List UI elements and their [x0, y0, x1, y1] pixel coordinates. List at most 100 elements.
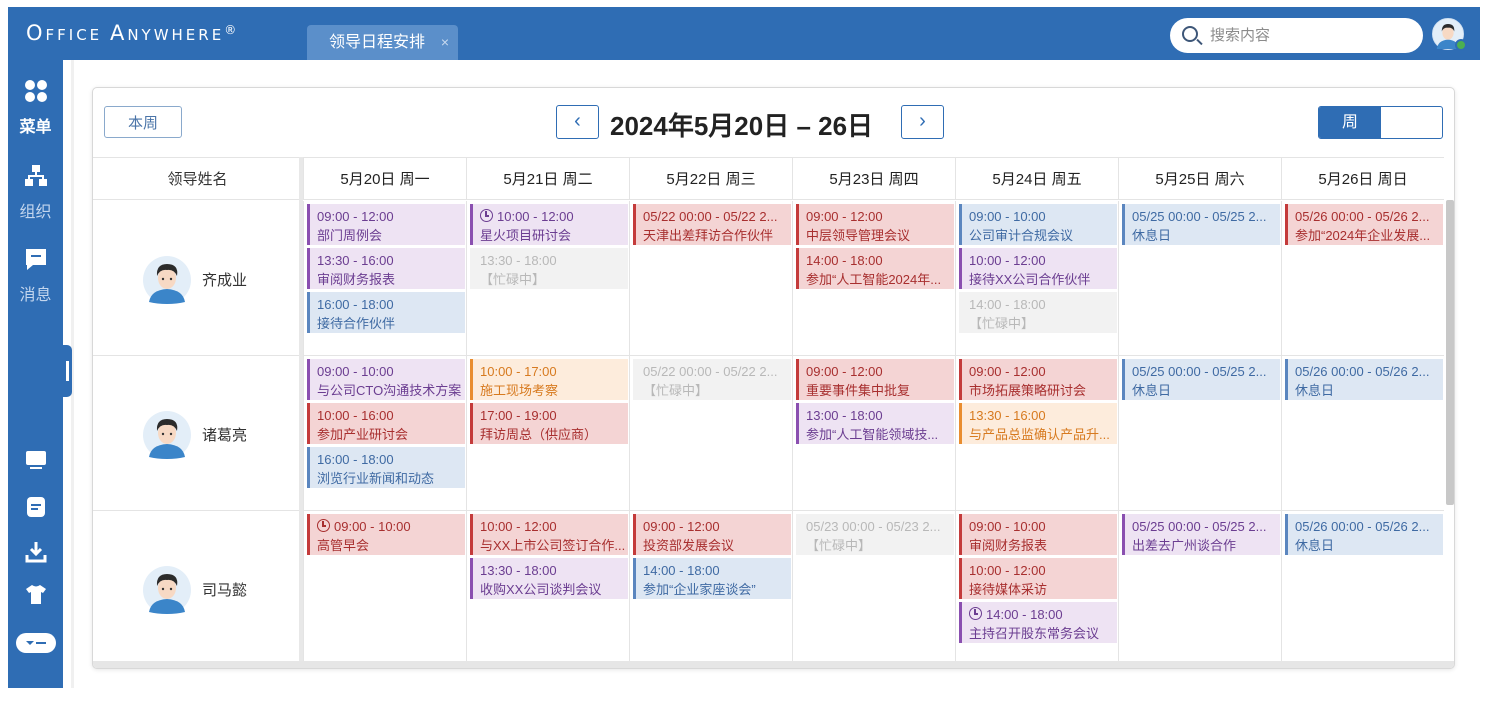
event-card[interactable]: 05/25 00:00 - 05/25 2... 休息日: [1122, 359, 1280, 400]
event-card[interactable]: 05/25 00:00 - 05/25 2... 出差去广州谈合作: [1122, 514, 1280, 555]
event-time: 09:00 - 12:00: [317, 209, 394, 224]
event-card[interactable]: 05/22 00:00 - 05/22 2... 【忙碌中】: [633, 359, 791, 400]
leader-name: 司马懿: [202, 582, 248, 599]
event-title: 接待媒体采访: [969, 582, 1048, 597]
event-card[interactable]: 16:00 - 18:00 接待合作伙伴: [307, 292, 465, 333]
online-status-dot: [1455, 39, 1467, 51]
leader-cell: 司马懿: [93, 511, 299, 666]
event-card[interactable]: 09:00 - 12:00 部门周例会: [307, 204, 465, 245]
sidebar-collapse-handle[interactable]: [63, 345, 72, 397]
day-cell[interactable]: 09:00 - 10:00 公司审计合规会议 10:00 - 12:00 接待XX公司…: [955, 201, 1118, 356]
view-day-button[interactable]: 日: [1319, 138, 1381, 139]
day-cell[interactable]: 10:00 - 17:00 施工现场考察 17:00 - 19:00 拜访周总（供应商…: [466, 356, 629, 511]
day-cell[interactable]: 09:00 - 12:00 中层领导管理会议 14:00 - 18:00 参加“人工智…: [792, 201, 955, 356]
event-card[interactable]: 09:00 - 12:00 投资部发展会议: [633, 514, 791, 555]
event-card[interactable]: 14:00 - 18:00 参加“人工智能2024年...: [796, 248, 954, 289]
next-week-button[interactable]: ›: [901, 105, 944, 139]
event-title: 【忙碌中】: [480, 272, 546, 287]
day-cell[interactable]: 10:00 - 12:00 与XX上市公司签订合作... 13:30 - 18:00…: [466, 511, 629, 666]
event-card[interactable]: 10:00 - 12:00 与XX上市公司签订合作...: [470, 514, 628, 555]
event-card[interactable]: 10:00 - 12:00 星火项目研讨会: [470, 204, 628, 245]
event-card[interactable]: 09:00 - 10:00 与公司CTO沟通技术方案: [307, 359, 465, 400]
event-card[interactable]: 13:30 - 18:00 收购XX公司谈判会议: [470, 558, 628, 599]
event-card[interactable]: 09:00 - 10:00 公司审计合规会议: [959, 204, 1117, 245]
leader-avatar: [143, 566, 191, 614]
day-cell[interactable]: 09:00 - 10:00 审阅财务报表 10:00 - 12:00 接待媒体采访 14…: [955, 511, 1118, 666]
user-avatar[interactable]: [1432, 18, 1467, 51]
day-cell[interactable]: 09:00 - 12:00 投资部发展会议 14:00 - 18:00 参加“企业家座…: [629, 511, 792, 666]
sidebar-item-more[interactable]: [8, 632, 63, 659]
view-toggle: 周 日: [1318, 106, 1443, 139]
event-card[interactable]: 09:00 - 10:00 高管早会: [307, 514, 465, 555]
horizontal-scrollbar[interactable]: [93, 661, 1454, 668]
tab-close-icon[interactable]: ×: [441, 25, 449, 60]
day-cell[interactable]: 05/26 00:00 - 05/26 2... 参加“2024年企业发展...: [1281, 201, 1444, 356]
event-card[interactable]: 10:00 - 12:00 接待媒体采访: [959, 558, 1117, 599]
event-card[interactable]: 05/26 00:00 - 05/26 2... 参加“2024年企业发展...: [1285, 204, 1443, 245]
event-card[interactable]: 14:00 - 18:00 主持召开股东常务会议: [959, 602, 1117, 643]
day-cell[interactable]: 05/25 00:00 - 05/25 2... 出差去广州谈合作: [1118, 511, 1281, 666]
day-cell[interactable]: 05/22 00:00 - 05/22 2... 【忙碌中】: [629, 356, 792, 511]
sidebar-item-desktop[interactable]: [8, 448, 63, 477]
sidebar-item-menu[interactable]: 菜单: [8, 78, 63, 137]
day-cell[interactable]: 05/26 00:00 - 05/26 2... 休息日: [1281, 356, 1444, 511]
day-header: 5月24日 周五: [955, 157, 1118, 200]
day-cell[interactable]: 05/25 00:00 - 05/25 2... 休息日: [1118, 201, 1281, 356]
search-icon[interactable]: [1182, 26, 1198, 42]
day-cell[interactable]: 09:00 - 12:00 市场拓展策略研讨会 13:30 - 16:00 与产品总监…: [955, 356, 1118, 511]
day-cell[interactable]: 09:00 - 10:00 高管早会: [303, 511, 466, 666]
event-title: 与产品总监确认产品升...: [969, 427, 1110, 442]
view-week-button[interactable]: 周: [1319, 107, 1381, 138]
event-card[interactable]: 09:00 - 12:00 市场拓展策略研讨会: [959, 359, 1117, 400]
day-cell[interactable]: 05/23 00:00 - 05/23 2... 【忙碌中】: [792, 511, 955, 666]
chevron-left-icon: ‹: [574, 110, 581, 132]
sidebar-item-org[interactable]: 组织: [8, 163, 63, 222]
day-cell[interactable]: 05/22 00:00 - 05/22 2... 天津出差拜访合作伙伴: [629, 201, 792, 356]
event-card[interactable]: 10:00 - 12:00 接待XX公司合作伙伴: [959, 248, 1117, 289]
event-title: 参加“2024年企业发展...: [1295, 228, 1431, 243]
event-card[interactable]: 09:00 - 12:00 中层领导管理会议: [796, 204, 954, 245]
event-time: 14:00 - 18:00: [969, 297, 1046, 312]
day-cell[interactable]: 05/25 00:00 - 05/25 2... 休息日: [1118, 356, 1281, 511]
event-card[interactable]: 09:00 - 10:00 审阅财务报表: [959, 514, 1117, 555]
sidebar-item-notes[interactable]: [8, 495, 63, 524]
event-title: 天津出差拜访合作伙伴: [643, 228, 774, 243]
event-card[interactable]: 10:00 - 16:00 参加产业研讨会: [307, 403, 465, 444]
day-cell[interactable]: 09:00 - 10:00 与公司CTO沟通技术方案 10:00 - 16:00 参加…: [303, 356, 466, 511]
event-title: 休息日: [1295, 383, 1335, 398]
event-card[interactable]: 05/22 00:00 - 05/22 2... 天津出差拜访合作伙伴: [633, 204, 791, 245]
event-card[interactable]: 14:00 - 18:00 参加“企业家座谈会”: [633, 558, 791, 599]
schedule-panel: 本周 ‹ 2024年5月20日 – 26日 › 周 日 领导姓名 5月20日 周…: [92, 87, 1455, 669]
event-title: 【忙碌中】: [643, 383, 709, 398]
event-title: 高管早会: [317, 538, 370, 553]
sidebar-item-messages[interactable]: 消息: [8, 246, 63, 305]
event-card[interactable]: 10:00 - 17:00 施工现场考察: [470, 359, 628, 400]
day-cell[interactable]: 09:00 - 12:00 重要事件集中批复 13:00 - 18:00 参加“人工智…: [792, 356, 955, 511]
day-cell[interactable]: 05/26 00:00 - 05/26 2... 休息日: [1281, 511, 1444, 666]
event-card[interactable]: 05/25 00:00 - 05/25 2... 休息日: [1122, 204, 1280, 245]
day-cell[interactable]: 09:00 - 12:00 部门周例会 13:30 - 16:00 审阅财务报表 16:…: [303, 201, 466, 356]
search-input[interactable]: [1210, 24, 1410, 46]
sidebar-item-download[interactable]: [8, 540, 63, 569]
sidebar-item-theme[interactable]: [8, 582, 63, 611]
event-card[interactable]: 05/26 00:00 - 05/26 2... 休息日: [1285, 359, 1443, 400]
schedule-grid: 领导姓名 5月20日 周一 5月21日 周二 5月22日 周三 5月23日 周四 5月2…: [93, 157, 1454, 666]
event-card[interactable]: 05/23 00:00 - 05/23 2... 【忙碌中】: [796, 514, 954, 555]
event-card[interactable]: 13:30 - 16:00 与产品总监确认产品升...: [959, 403, 1117, 444]
event-card[interactable]: 13:30 - 16:00 审阅财务报表: [307, 248, 465, 289]
event-card[interactable]: 13:00 - 18:00 参加“人工智能领域技...: [796, 403, 954, 444]
this-week-button[interactable]: 本周: [104, 106, 182, 138]
event-card[interactable]: 05/26 00:00 - 05/26 2... 休息日: [1285, 514, 1443, 555]
event-card[interactable]: 17:00 - 19:00 拜访周总（供应商）: [470, 403, 628, 444]
event-card[interactable]: 16:00 - 18:00 浏览行业新闻和动态: [307, 447, 465, 488]
tab-leader-schedule[interactable]: 领导日程安排 ×: [307, 25, 458, 60]
event-card[interactable]: 14:00 - 18:00 【忙碌中】: [959, 292, 1117, 333]
sidebar-label-menu: 菜单: [19, 119, 52, 136]
event-card[interactable]: 13:30 - 18:00 【忙碌中】: [470, 248, 628, 289]
event-card[interactable]: 09:00 - 12:00 重要事件集中批复: [796, 359, 954, 400]
day-header: 5月26日 周日: [1281, 157, 1444, 200]
prev-week-button[interactable]: ‹: [556, 105, 599, 139]
event-title: 【忙碌中】: [806, 538, 872, 553]
day-cell[interactable]: 10:00 - 12:00 星火项目研讨会 13:30 - 18:00 【忙碌中】: [466, 201, 629, 356]
vertical-scrollbar[interactable]: [1446, 200, 1454, 505]
